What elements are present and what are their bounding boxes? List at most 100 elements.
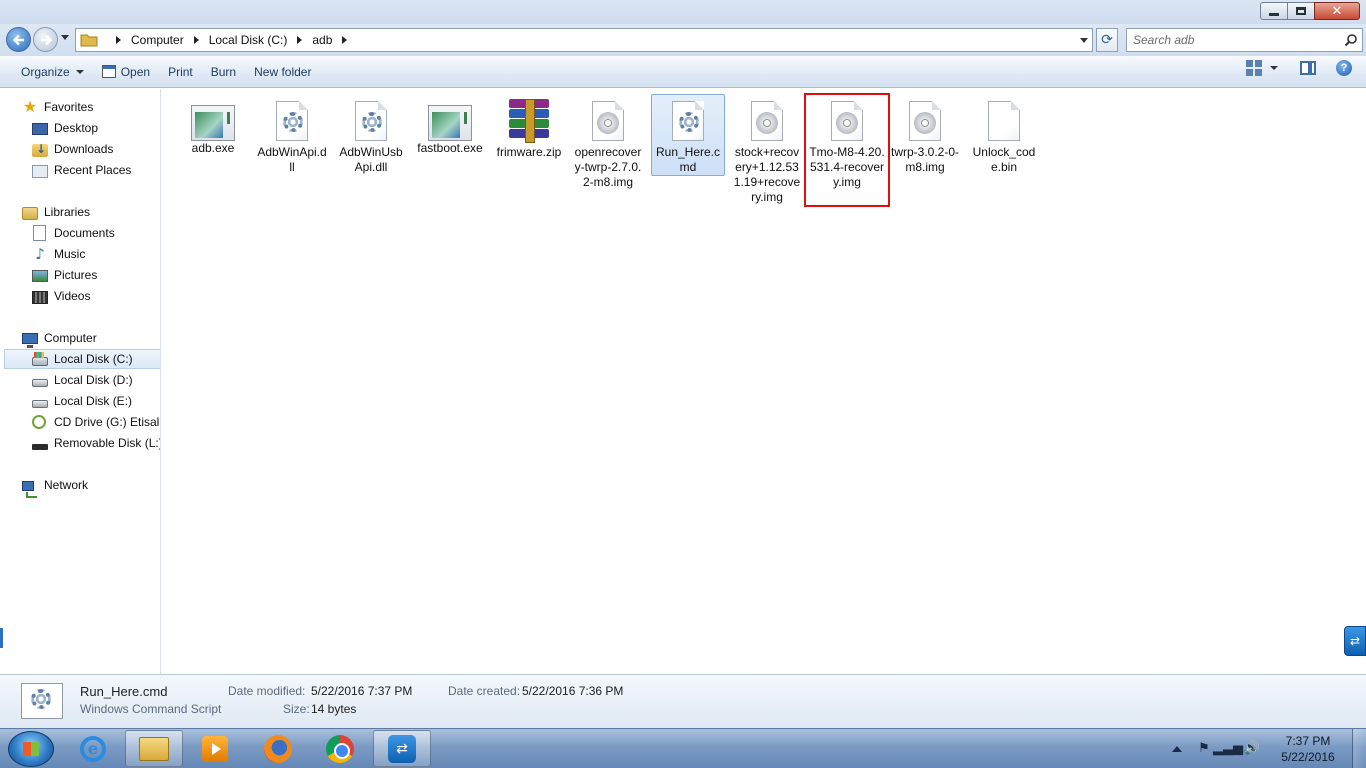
breadcrumb-computer[interactable]: Computer bbox=[131, 33, 184, 47]
desktop-icon bbox=[32, 123, 48, 135]
nav-libraries[interactable]: Libraries bbox=[22, 202, 90, 222]
nav-videos[interactable]: Videos bbox=[32, 286, 90, 306]
clock-date: 5/22/2016 bbox=[1281, 749, 1335, 764]
breadcrumb-separator[interactable] bbox=[342, 36, 348, 44]
network-signal-icon[interactable]: ▂▃▅ bbox=[1213, 741, 1243, 756]
system-drive-icon bbox=[32, 352, 48, 366]
nav-desktop[interactable]: Desktop bbox=[32, 118, 98, 138]
file-twrp-img[interactable]: twrp-3.0.2-0-m8.img bbox=[888, 95, 962, 175]
burn-button[interactable]: Burn bbox=[202, 60, 245, 84]
system-tray: ⚑ ▂▃▅ 🔊 7:37 PM 5/22/2016 bbox=[1172, 729, 1366, 768]
search-input[interactable] bbox=[1127, 29, 1327, 51]
breadcrumb-separator[interactable] bbox=[297, 36, 303, 44]
taskbar-teamviewer[interactable]: ⇄ bbox=[373, 730, 431, 767]
file-frimware-zip[interactable]: frimware.zip bbox=[492, 95, 566, 160]
file-unlock-code-bin[interactable]: Unlock_code.bin bbox=[967, 95, 1041, 175]
nav-cd-drive[interactable]: CD Drive (G:) Etisalat bbox=[32, 412, 160, 432]
internet-explorer-icon: e bbox=[80, 735, 106, 762]
file-adbwinapi-dll[interactable]: AdbWinApi.dll bbox=[255, 95, 329, 175]
show-desktop-button[interactable] bbox=[1352, 729, 1366, 768]
help-icon[interactable]: ? bbox=[1336, 60, 1352, 76]
navigation-pane: ★ Favorites Desktop Downloads Recent Plac… bbox=[0, 89, 161, 674]
nav-pictures[interactable]: Pictures bbox=[32, 265, 97, 285]
nav-documents[interactable]: Documents bbox=[32, 223, 115, 243]
forward-button[interactable] bbox=[33, 27, 58, 52]
new-folder-button[interactable]: New folder bbox=[245, 60, 320, 84]
search-box[interactable] bbox=[1126, 28, 1363, 52]
change-view-icon[interactable] bbox=[1246, 60, 1262, 76]
close-button[interactable]: ✕ bbox=[1314, 2, 1360, 20]
nav-favorites[interactable]: ★ Favorites bbox=[22, 97, 94, 117]
open-icon bbox=[101, 65, 116, 78]
address-bar[interactable]: Computer Local Disk (C:) adb bbox=[75, 28, 1093, 52]
nav-label: Local Disk (E:) bbox=[54, 394, 133, 408]
taskbar-firefox[interactable] bbox=[249, 730, 307, 767]
maximize-button[interactable] bbox=[1287, 2, 1315, 20]
minimize-button[interactable] bbox=[1260, 2, 1288, 20]
documents-icon bbox=[33, 225, 46, 241]
disc-image-icon bbox=[751, 101, 783, 141]
organize-label: Organize bbox=[21, 64, 70, 79]
nav-music[interactable]: ♪ Music bbox=[32, 244, 85, 264]
start-button[interactable] bbox=[8, 731, 54, 767]
windows-explorer-icon bbox=[139, 736, 169, 761]
organize-button[interactable]: Organize bbox=[12, 60, 93, 84]
file-fastboot-exe[interactable]: fastboot.exe bbox=[413, 95, 487, 156]
music-icon: ♪ bbox=[35, 245, 45, 263]
print-button[interactable]: Print bbox=[159, 60, 202, 84]
disc-image-icon bbox=[909, 101, 941, 141]
taskbar-chrome[interactable] bbox=[311, 730, 369, 767]
computer-icon bbox=[22, 333, 38, 348]
view-options-dropdown[interactable] bbox=[1270, 66, 1278, 70]
file-adbwinusbapi-dll[interactable]: AdbWinUsbApi.dll bbox=[334, 95, 408, 175]
address-history-dropdown[interactable] bbox=[1080, 38, 1088, 43]
teamviewer-panel-tab[interactable]: ⇄ bbox=[1344, 626, 1366, 656]
open-label: Open bbox=[120, 64, 151, 79]
nav-label: Recent Places bbox=[54, 163, 132, 177]
file-openrecovery-img[interactable]: openrecovery-twrp-2.7.0.2-m8.img bbox=[571, 95, 645, 190]
volume-icon[interactable]: 🔊 bbox=[1244, 741, 1260, 756]
refresh-button[interactable]: ⟳ bbox=[1096, 28, 1118, 52]
nav-label: Documents bbox=[54, 226, 115, 240]
breadcrumb-local-disk-c[interactable]: Local Disk (C:) bbox=[209, 33, 288, 47]
file-tmo-recovery-img[interactable]: Tmo-M8-4.20.531.4-recovery.img bbox=[804, 93, 890, 207]
blank-file-icon bbox=[988, 101, 1020, 141]
nav-network[interactable]: Network bbox=[22, 475, 88, 498]
details-modified-label: Date modified: bbox=[228, 684, 306, 698]
hard-drive-icon bbox=[32, 378, 48, 387]
file-adb-exe[interactable]: adb.exe bbox=[176, 95, 250, 156]
nav-local-disk-d[interactable]: Local Disk (D:) bbox=[32, 370, 133, 390]
search-icon[interactable] bbox=[1344, 33, 1358, 47]
folder-icon bbox=[80, 34, 98, 47]
open-button[interactable]: Open bbox=[93, 60, 159, 84]
back-button[interactable] bbox=[6, 27, 31, 52]
nav-recent-places[interactable]: Recent Places bbox=[32, 160, 131, 180]
file-stock-recovery-img[interactable]: stock+recovery+1.12.531.19+recovery.img bbox=[730, 95, 804, 205]
dll-icon bbox=[276, 101, 308, 141]
disc-image-icon bbox=[592, 101, 624, 141]
nav-local-disk-c[interactable]: Local Disk (C:) bbox=[4, 349, 160, 369]
network-icon bbox=[22, 480, 37, 498]
minimize-icon bbox=[1269, 12, 1279, 16]
winrar-archive-icon bbox=[509, 99, 549, 143]
breadcrumb-separator[interactable] bbox=[193, 36, 199, 44]
nav-removable-disk[interactable]: Removable Disk (L:) bbox=[32, 433, 160, 453]
breadcrumb-adb[interactable]: adb bbox=[312, 33, 332, 47]
nav-downloads[interactable]: Downloads bbox=[32, 139, 113, 159]
file-name: fastboot.exe bbox=[417, 141, 483, 155]
recent-pages-dropdown[interactable] bbox=[61, 35, 69, 40]
taskbar-media-player[interactable] bbox=[186, 730, 244, 767]
restore-icon bbox=[1296, 7, 1306, 15]
nav-computer[interactable]: Computer bbox=[22, 328, 97, 348]
nav-local-disk-e[interactable]: Local Disk (E:) bbox=[32, 391, 132, 411]
details-filetype: Windows Command Script bbox=[80, 702, 222, 716]
taskbar-internet-explorer[interactable]: e bbox=[64, 730, 122, 767]
file-run-here-cmd[interactable]: Run_Here.cmd bbox=[651, 94, 725, 176]
breadcrumb-separator[interactable] bbox=[116, 36, 121, 44]
preview-pane-icon[interactable] bbox=[1300, 61, 1316, 75]
libraries-icon bbox=[22, 206, 38, 220]
taskbar-windows-explorer[interactable] bbox=[125, 730, 183, 767]
action-center-icon[interactable]: ⚑ bbox=[1196, 741, 1212, 756]
show-hidden-icons-button[interactable] bbox=[1172, 745, 1182, 752]
clock[interactable]: 7:37 PM 5/22/2016 bbox=[1268, 733, 1348, 765]
